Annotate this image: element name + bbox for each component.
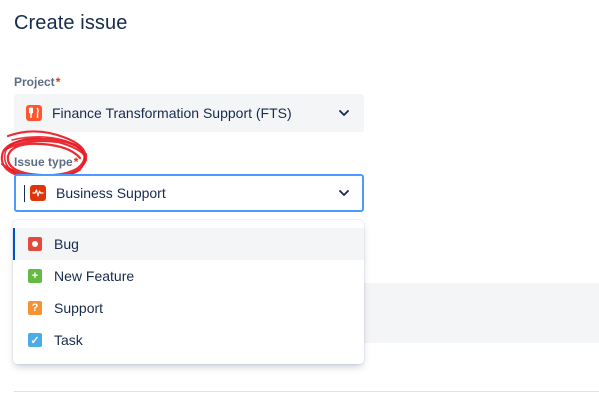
dropdown-option-new-feature[interactable]: + New Feature [13, 260, 364, 292]
project-label-text: Project [14, 75, 55, 89]
issue-type-field-label: Issue type* [14, 155, 78, 169]
project-select-value: Finance Transformation Support (FTS) [52, 105, 292, 121]
dropdown-option-task[interactable]: ✓ Task [13, 324, 364, 356]
required-mark: * [73, 155, 79, 169]
business-support-icon [30, 185, 46, 201]
dropdown-option-label: Task [54, 332, 83, 348]
support-icon: ? [28, 301, 42, 315]
project-avatar-icon [26, 105, 42, 121]
chevron-down-icon [332, 181, 356, 205]
issue-type-select[interactable]: Business Support [14, 174, 364, 212]
issue-type-label-text: Issue type [14, 155, 73, 169]
project-select[interactable]: Finance Transformation Support (FTS) [14, 94, 364, 132]
bug-icon [28, 237, 42, 251]
chevron-down-icon [332, 101, 356, 125]
dropdown-option-label: Support [54, 300, 104, 316]
dropdown-option-bug[interactable]: Bug [13, 228, 364, 260]
text-cursor [24, 185, 25, 202]
dropdown-option-label: New Feature [54, 268, 135, 284]
project-field-label: Project* [14, 75, 60, 89]
dropdown-option-label: Bug [54, 236, 79, 252]
task-icon: ✓ [28, 333, 42, 347]
issue-type-dropdown-menu: Bug + New Feature ? Support ✓ Task [13, 220, 364, 364]
dropdown-option-support[interactable]: ? Support [13, 292, 364, 324]
new-feature-icon: + [28, 269, 42, 283]
divider [14, 391, 599, 392]
issue-type-select-value: Business Support [56, 185, 166, 201]
page-title: Create issue [14, 12, 128, 34]
required-mark: * [55, 75, 61, 89]
